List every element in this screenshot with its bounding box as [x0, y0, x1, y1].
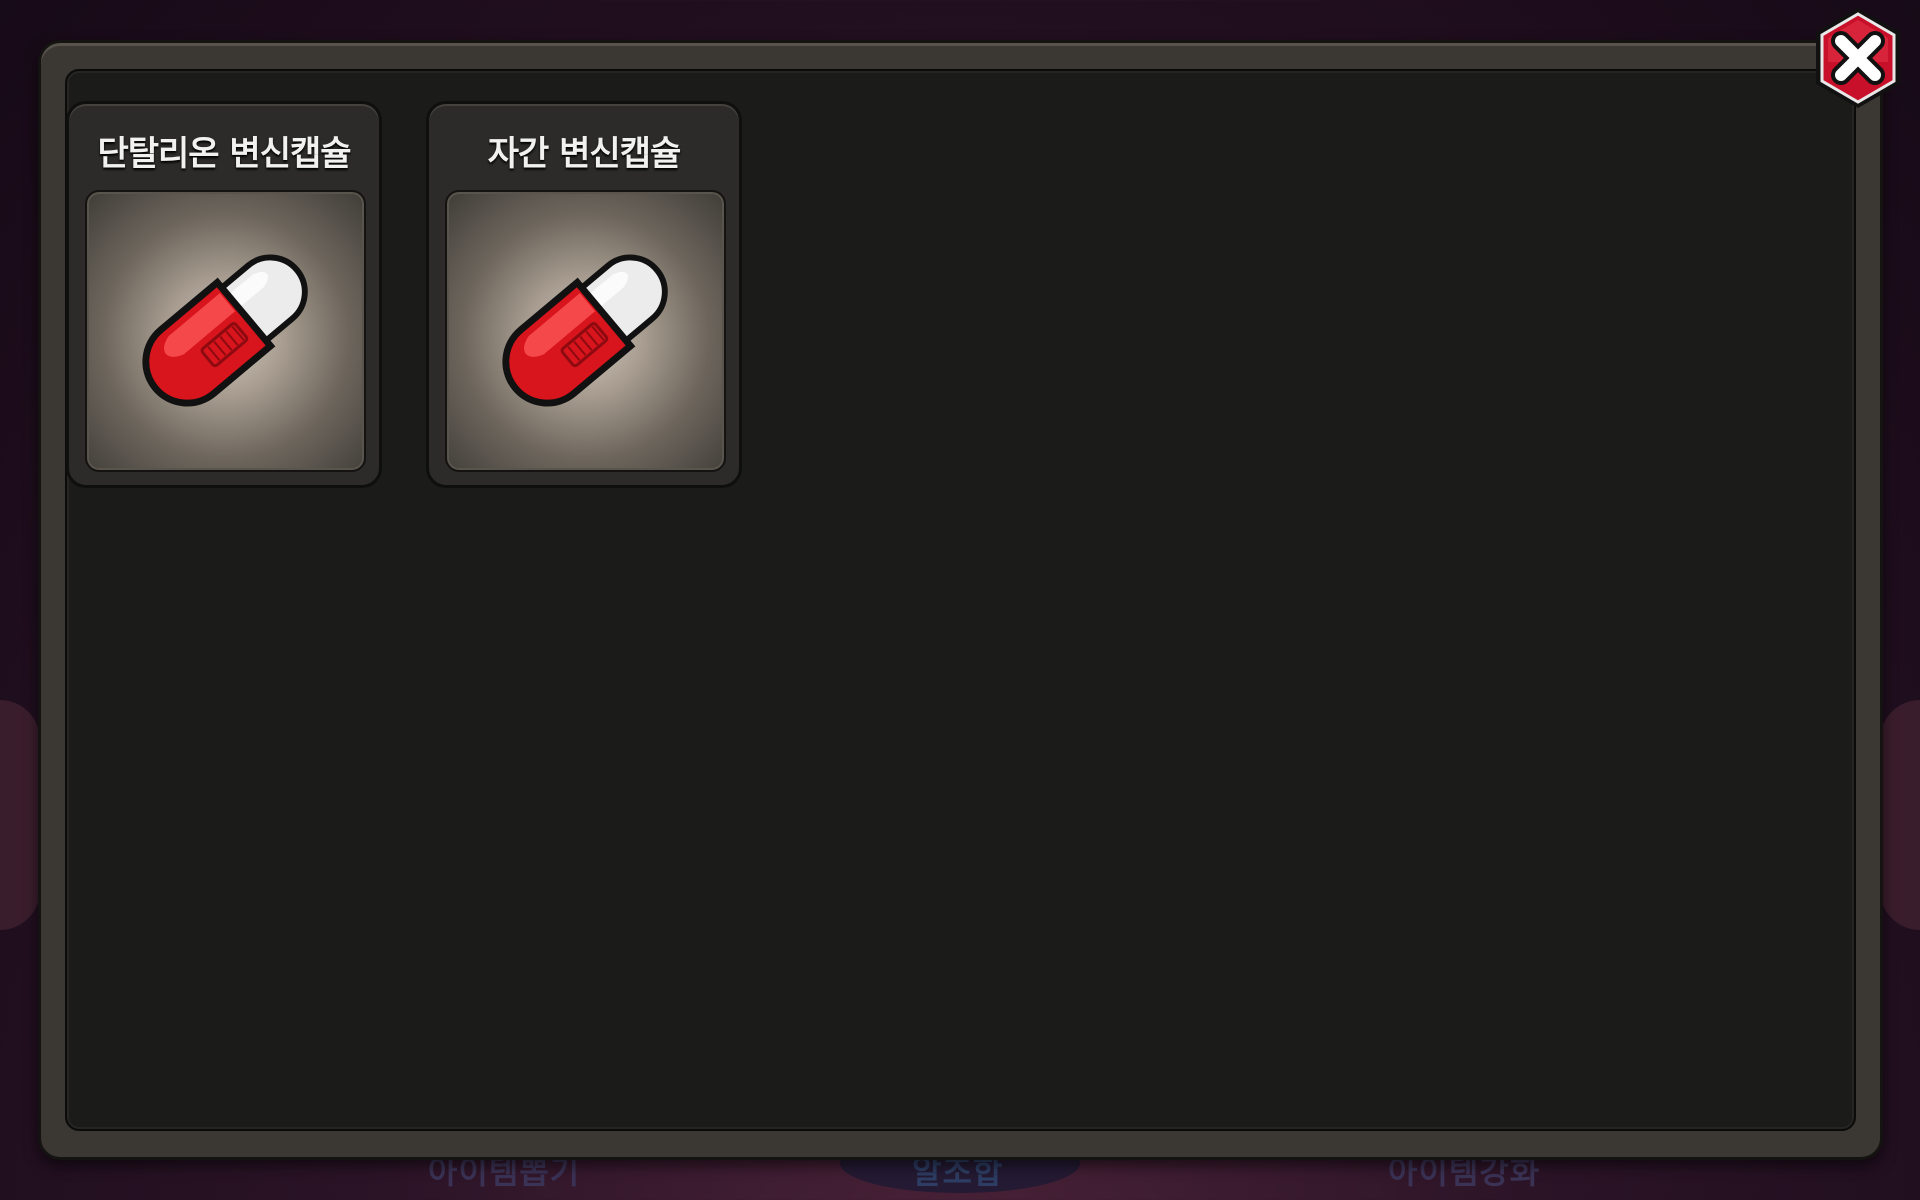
red-capsule-icon: [502, 254, 668, 407]
item-slot: [85, 190, 366, 472]
item-name: 자간 변신캡슐: [487, 134, 682, 174]
item-slot: [445, 190, 726, 472]
background-decoration-left: [0, 700, 40, 930]
item-card[interactable]: 단탈리온 변신캡슐: [66, 101, 382, 488]
close-icon: [1816, 8, 1900, 108]
item-card[interactable]: 자간 변신캡슐: [426, 101, 742, 488]
red-capsule-icon: [142, 254, 308, 407]
close-button[interactable]: [1808, 4, 1908, 112]
background-decoration-right: [1880, 700, 1920, 930]
item-name: 단탈리온 변신캡슐: [97, 134, 351, 174]
